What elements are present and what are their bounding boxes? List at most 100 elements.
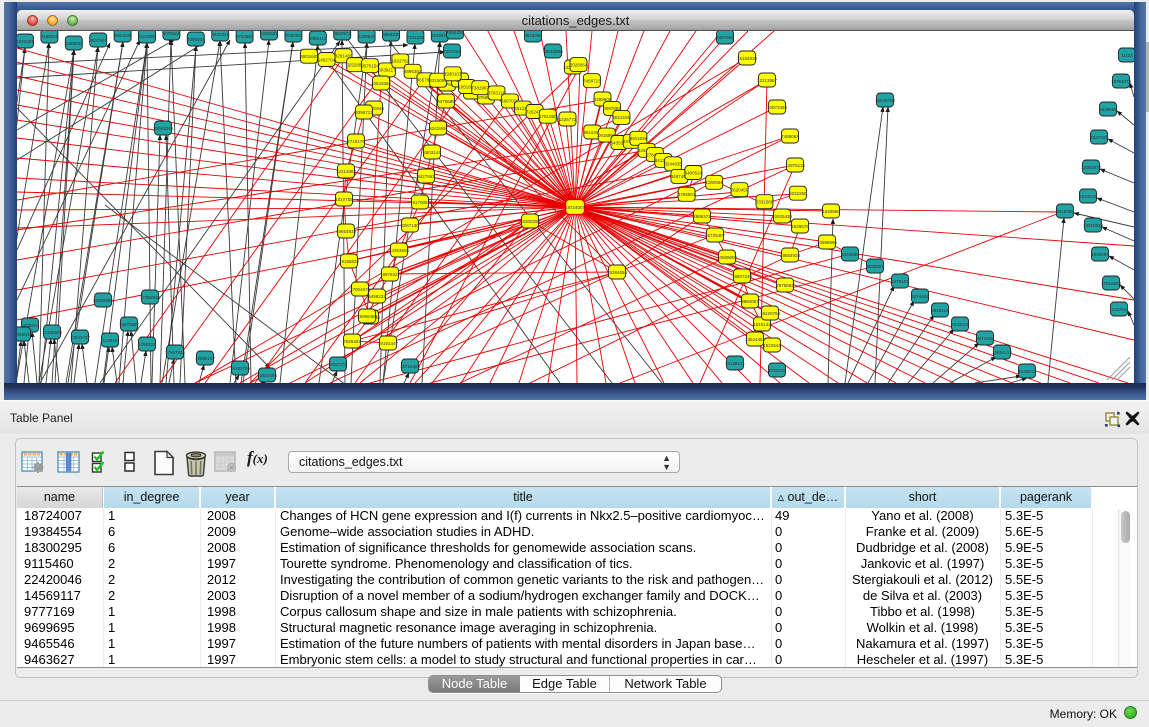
svg-text:12093872: 12093872 [1081,165,1102,170]
svg-text:6479197: 6479197 [891,279,909,284]
svg-text:5331586: 5331586 [756,200,774,205]
svg-text:9498222: 9498222 [368,294,386,299]
svg-text:19384554: 19384554 [607,270,628,275]
svg-text:1522544: 1522544 [763,343,781,348]
svg-text:9329966: 9329966 [1099,107,1117,112]
svg-text:17004678: 17004678 [350,287,371,292]
svg-text:12923468: 12923468 [257,373,278,378]
svg-text:9427552: 9427552 [417,174,435,179]
svg-text:4238849: 4238849 [358,34,376,39]
svg-text:2935114: 2935114 [931,308,949,313]
svg-text:817006: 817006 [412,200,428,205]
svg-text:6400524: 6400524 [685,170,703,175]
svg-text:7382997: 7382997 [471,86,489,91]
svg-text:9911838: 9911838 [630,136,648,141]
svg-text:1781080: 1781080 [539,114,557,119]
svg-text:12156829: 12156829 [42,330,63,335]
svg-text:18724007: 18724007 [565,205,586,210]
svg-text:10958157: 10958157 [195,356,216,361]
svg-text:2803144: 2803144 [423,150,441,155]
svg-text:19191447: 19191447 [378,341,399,346]
svg-text:8196001: 8196001 [41,34,59,39]
svg-text:16210643: 16210643 [1083,223,1104,228]
svg-text:15720407: 15720407 [705,233,726,238]
svg-text:18807249: 18807249 [732,274,753,279]
svg-text:9396712: 9396712 [355,110,373,115]
svg-text:10973493: 10973493 [767,105,788,110]
svg-text:3267130: 3267130 [401,223,419,228]
svg-text:7648350: 7648350 [285,33,303,38]
svg-text:10543382: 10543382 [371,81,392,86]
svg-text:20053346: 20053346 [153,126,174,131]
svg-text:2718176: 2718176 [347,139,365,144]
svg-text:17016504: 17016504 [1101,281,1122,286]
svg-text:7625402: 7625402 [343,339,361,344]
svg-text:9537672: 9537672 [333,31,351,36]
svg-text:1549579: 1549579 [791,224,809,229]
svg-text:4078161: 4078161 [163,31,181,36]
svg-text:2654235: 2654235 [114,33,132,38]
svg-text:887833: 887833 [382,272,398,277]
svg-text:2786801: 2786801 [678,192,696,197]
svg-text:116753: 116753 [1112,307,1127,312]
svg-text:114519: 114519 [103,338,118,343]
svg-text:391553: 391553 [17,332,30,337]
svg-text:0812191: 0812191 [613,115,631,120]
svg-text:6965328: 6965328 [382,32,400,37]
svg-text:7632621: 7632621 [951,322,969,327]
svg-text:1065328: 1065328 [446,31,464,35]
svg-text:14353594: 14353594 [389,248,410,253]
svg-text:16154838: 16154838 [737,56,758,61]
svg-text:7468723: 7468723 [583,79,601,84]
svg-text:3930103: 3930103 [444,72,462,77]
svg-text:12975115: 12975115 [785,163,805,168]
svg-text:4192832: 4192832 [260,31,278,36]
svg-text:2986372: 2986372 [693,214,711,219]
svg-text:1290515: 1290515 [138,342,156,347]
svg-text:1010755: 1010755 [335,197,353,202]
svg-text:10688609: 10688609 [717,255,738,260]
svg-text:9570154: 9570154 [361,64,379,69]
svg-text:1462704: 1462704 [318,57,336,62]
svg-text:7485063: 7485063 [781,134,799,139]
svg-text:7357224: 7357224 [443,49,461,54]
svg-text:1615132: 1615132 [753,322,771,327]
svg-text:9884067: 9884067 [741,299,759,304]
svg-text:8471636: 8471636 [976,336,994,341]
svg-text:17359934: 17359934 [140,295,161,300]
svg-text:9474444: 9474444 [911,294,929,299]
svg-text:16782759: 16782759 [230,366,251,371]
svg-text:3056413: 3056413 [309,36,327,41]
svg-text:6026064: 6026064 [570,62,588,67]
svg-text:3039117: 3039117 [378,68,396,73]
svg-text:8375685: 8375685 [437,99,455,104]
svg-text:15751074: 15751074 [1111,79,1132,84]
svg-text:16648784: 16648784 [875,98,896,103]
svg-text:1640955: 1640955 [841,252,859,257]
svg-text:1733426: 1733426 [768,368,786,373]
svg-text:1043321: 1043321 [17,39,34,44]
svg-text:12942737: 12942737 [70,335,91,340]
svg-text:9245612: 9245612 [1018,369,1036,374]
svg-text:3215958: 3215958 [1056,209,1074,214]
svg-text:9242848: 9242848 [429,126,447,131]
svg-text:20206556: 20206556 [93,298,114,303]
svg-text:15975887: 15975887 [119,322,140,327]
svg-text:17957825: 17957825 [165,350,186,355]
svg-text:12213362: 12213362 [336,169,357,174]
svg-text:14136141: 14136141 [725,361,746,366]
svg-text:8244935: 8244935 [664,162,682,167]
svg-text:9227343: 9227343 [1090,135,1108,140]
svg-text:18300295: 18300295 [520,219,541,224]
svg-text:11123: 11123 [1121,53,1133,58]
svg-text:4801845: 4801845 [300,54,318,59]
svg-text:7101226: 7101226 [407,35,425,40]
svg-text:1326773: 1326773 [559,117,577,122]
svg-text:3389083: 3389083 [65,41,83,46]
svg-text:2620450: 2620450 [731,188,749,193]
svg-text:19218596: 19218596 [543,49,564,54]
svg-text:8637940: 8637940 [89,38,107,43]
svg-text:2487682: 2487682 [716,35,734,40]
svg-text:7975692: 7975692 [776,283,794,288]
svg-text:19166825: 19166825 [339,259,360,264]
